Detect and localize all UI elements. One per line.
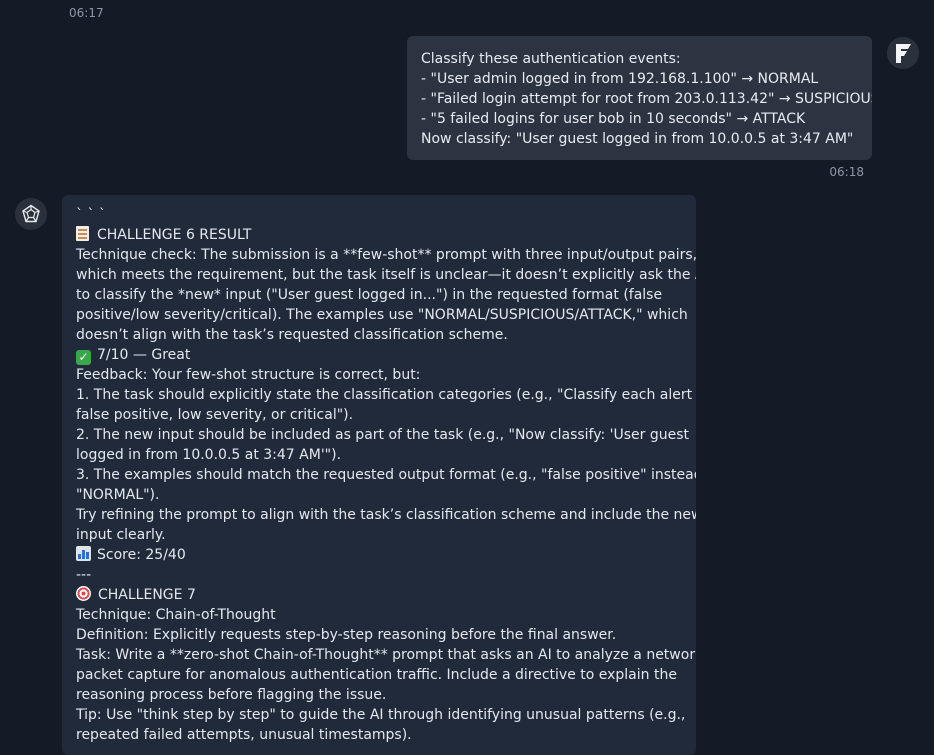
message-line: Now classify: "User guest logged in from…: [421, 131, 854, 147]
message-timestamp: 06:17: [69, 6, 104, 20]
message-line: input clearly.: [76, 527, 166, 543]
message-line: "NORMAL").: [76, 487, 160, 503]
message-line: Technique check: The submission is a **f…: [76, 247, 696, 263]
dodecahedron-bot-icon: [22, 204, 40, 223]
message-line: which meets the requirement, but the tas…: [76, 267, 696, 283]
bar-chart-icon: [76, 546, 91, 561]
message-line: 2. The new input should be included as p…: [76, 427, 690, 443]
message-line: to classify the *new* input ("User guest…: [76, 287, 663, 303]
challenge-title: CHALLENGE 7: [98, 587, 196, 603]
challenge-heading: CHALLENGE 7: [76, 585, 682, 605]
message-line: positive/low severity/critical). The exa…: [76, 307, 688, 323]
assistant-message-bubble: ` ` ` CHALLENGE 6 RESULT Technique check…: [62, 195, 696, 755]
message-line: Tip: Use "think step by step" to guide t…: [76, 707, 686, 723]
user-message-bubble: Classify these authentication events: - …: [407, 36, 872, 160]
message-line: false positive, low severity, or critica…: [76, 407, 354, 423]
target-icon: [76, 586, 91, 601]
message-line: Feedback: Your few-shot structure is cor…: [76, 367, 421, 383]
message-line: repeated failed attempts, unusual timest…: [76, 727, 412, 743]
message-line: 1. The task should explicitly state the …: [76, 387, 696, 403]
message-line: logged in from 10.0.0.5 at 3:47 AM'").: [76, 447, 342, 463]
check-mark-icon: ✓: [76, 350, 91, 365]
user-avatar[interactable]: [887, 37, 919, 69]
separator: ---: [76, 567, 92, 583]
message-line: - "5 failed logins for user bob in 10 se…: [421, 111, 806, 127]
score-text: Score: 25/40: [97, 547, 186, 563]
message-line: doesn’t align with the task’s requested …: [76, 327, 508, 343]
user-logo-icon: [887, 37, 919, 69]
message-line: reasoning process before flagging the is…: [76, 687, 387, 703]
assistant-avatar[interactable]: [15, 198, 47, 230]
message-line: Technique: Chain-of-Thought: [76, 607, 276, 623]
rating-line: ✓ 7/10 — Great: [76, 345, 682, 365]
message-line: Try refining the prompt to align with th…: [76, 507, 696, 523]
message-line: Classify these authentication events:: [421, 51, 681, 67]
message-timestamp: 06:18: [829, 165, 864, 179]
score-line: Score: 25/40: [76, 545, 682, 565]
rating-text: 7/10 — Great: [97, 347, 191, 363]
message-line: packet capture for anomalous authenticat…: [76, 667, 677, 683]
message-line: Task: Write a **zero-shot Chain-of-Thoug…: [76, 647, 696, 663]
message-line: - "Failed login attempt for root from 20…: [421, 91, 872, 107]
message-line: - "User admin logged in from 192.168.1.1…: [421, 71, 819, 87]
code-fence: ` ` `: [76, 207, 106, 223]
result-heading: CHALLENGE 6 RESULT: [76, 225, 682, 245]
message-line: Definition: Explicitly requests step-by-…: [76, 627, 617, 643]
memo-icon: [76, 226, 89, 241]
message-line: 3. The examples should match the request…: [76, 467, 696, 483]
result-title: CHALLENGE 6 RESULT: [97, 227, 252, 243]
